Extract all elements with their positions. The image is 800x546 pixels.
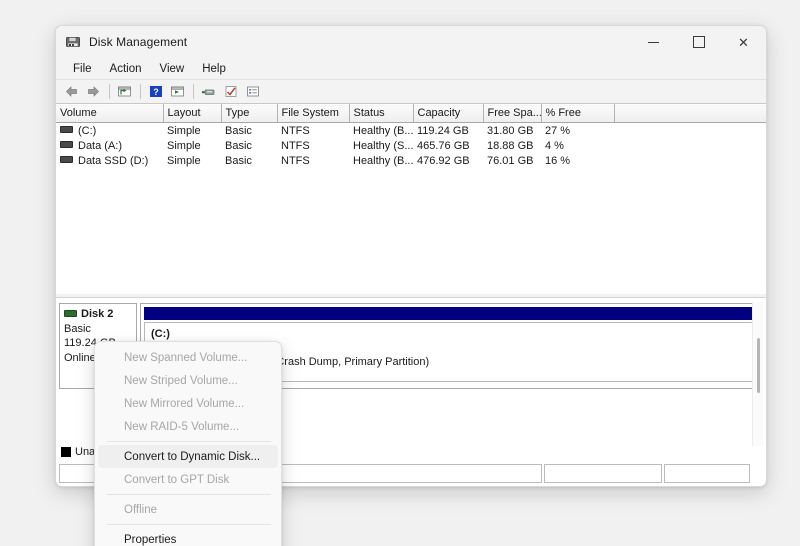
up-one-level-icon[interactable] [114,82,135,101]
table-row[interactable]: Data SSD (D:) Simple Basic NTFS Healthy … [56,153,766,168]
help-question-icon[interactable]: ? [145,82,166,101]
menu-separator [107,441,271,442]
cell-layout: Simple [167,124,201,137]
toolbar-separator [140,84,141,99]
cell-percent-free: 27 % [545,124,571,137]
rescan-disks-icon[interactable] [198,82,219,101]
column-header-type[interactable]: Type [221,104,278,123]
title-bar[interactable]: Disk Management ✕ [56,26,766,58]
cell-empty [614,153,766,168]
cell-layout: Simple [167,154,201,167]
menu-file[interactable]: File [65,61,100,77]
table-row[interactable]: (C:) Simple Basic NTFS Healthy (B... 119… [56,123,766,139]
cell-status: Healthy (B... [353,154,413,167]
close-button[interactable]: ✕ [721,26,766,58]
cell-file-system: NTFS [281,124,310,137]
volume-icon [60,141,73,149]
cell-free-space: 76.01 GB [487,154,534,167]
legend-unallocated: Unal [61,446,98,458]
cell-capacity: 465.76 GB [417,139,470,152]
menu-separator [107,494,271,495]
menu-item-new-raid5-volume: New RAID-5 Volume... [124,420,240,433]
column-header-capacity[interactable]: Capacity [413,104,484,123]
cell-volume: Data (A:) [56,138,163,153]
table-row[interactable]: Data (A:) Simple Basic NTFS Healthy (S..… [56,138,766,153]
disk-icon [64,309,77,317]
volume-list-pane: Volume Layout Type File System Status Ca… [56,104,766,297]
menu-action[interactable]: Action [102,61,150,77]
disk-name: Disk 2 [64,307,132,322]
volume-icon [60,126,73,134]
cell-volume: (C:) [56,123,163,139]
partition-label: (C:) [151,328,170,340]
cell-empty [614,138,766,153]
column-header-free-space[interactable]: Free Spa... [483,104,542,123]
menu-separator [107,524,271,525]
volume-table: Volume Layout Type File System Status Ca… [56,104,766,168]
cell-volume-label: Data (A:) [78,139,123,152]
volume-list: Volume Layout Type File System Status Ca… [56,104,766,294]
screen-root: Disk Management ✕ File Action View Help [0,0,800,546]
partition-color-bar [144,307,758,320]
minimize-button[interactable] [631,26,676,58]
column-header-volume[interactable]: Volume [56,104,164,123]
disk-management-icon [65,34,81,50]
cell-type: Basic [225,139,252,152]
column-header-percent-free[interactable]: % Free [541,104,615,123]
cell-type: Basic [225,154,252,167]
menu-item-new-spanned-volume: New Spanned Volume... [124,351,248,364]
cell-capacity: 119.24 GB [417,124,469,137]
menu-item-properties[interactable]: Properties [98,528,278,546]
forward-arrow-icon[interactable] [83,82,104,101]
menu-item-convert-to-gpt-disk: Convert to GPT Disk [124,473,230,486]
menu-item-offline: Offline [124,503,158,516]
menu-item-new-striped-volume: New Striped Volume... [124,374,238,387]
disk-pane-scrollbar[interactable] [752,302,764,446]
toolbar-separator [109,84,110,99]
cell-percent-free: 16 % [545,154,571,167]
menu-item-convert-to-dynamic-disk[interactable]: Convert to Dynamic Disk... [98,445,278,468]
cell-file-system: NTFS [281,139,310,152]
cell-volume: Data SSD (D:) [56,153,163,168]
disk-type: Basic [64,322,91,335]
menu-help[interactable]: Help [194,61,234,77]
window-controls: ✕ [631,26,766,58]
cell-percent-free: 4 % [545,139,564,152]
cell-volume-label: (C:) [78,124,97,137]
cell-volume-label: Data SSD (D:) [78,154,149,167]
volume-icon [60,156,73,164]
cell-status: Healthy (B... [353,124,413,137]
toolbar: ? [56,80,766,104]
cell-status: Healthy (S... [353,139,413,152]
cell-capacity: 476.92 GB [417,154,470,167]
column-header-status[interactable]: Status [349,104,414,123]
show-hide-console-tree-icon[interactable] [167,82,188,101]
back-arrow-icon[interactable] [61,82,82,101]
volume-table-header: Volume Layout Type File System Status Ca… [56,104,766,123]
scrollbar-thumb[interactable] [757,338,760,393]
window-title: Disk Management [89,35,188,49]
placeholder-partition-c [664,464,750,483]
column-header-layout[interactable]: Layout [163,104,222,123]
column-header-file-system[interactable]: File System [277,104,350,123]
cell-free-space: 31.80 GB [487,124,534,137]
column-header-empty[interactable] [614,104,766,123]
placeholder-partition-b [544,464,662,483]
menu-bar: File Action View Help [56,58,766,80]
legend-swatch-icon [61,447,71,457]
svg-text:?: ? [153,87,159,97]
maximize-button[interactable] [676,26,721,58]
cell-type: Basic [225,124,252,137]
cell-empty [614,123,766,139]
toolbar-separator [193,84,194,99]
disk-context-menu: New Spanned Volume... New Striped Volume… [94,341,282,546]
cell-layout: Simple [167,139,201,152]
cell-file-system: NTFS [281,154,310,167]
menu-view[interactable]: View [152,61,193,77]
cell-free-space: 18.88 GB [487,139,534,152]
properties-check-icon[interactable] [220,82,241,101]
menu-item-new-mirrored-volume: New Mirrored Volume... [124,397,245,410]
list-view-icon[interactable] [242,82,263,101]
